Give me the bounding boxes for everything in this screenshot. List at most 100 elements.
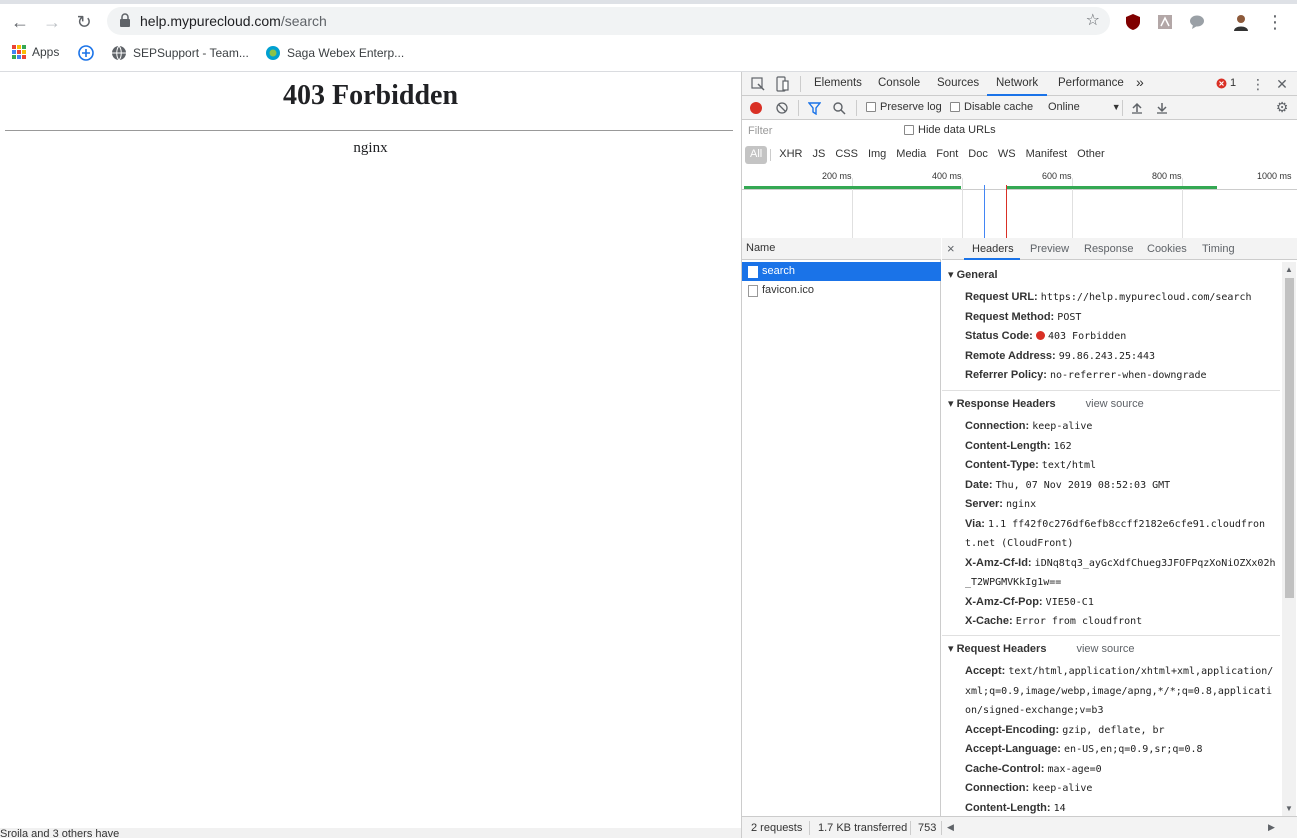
- menu-icon[interactable]: ⋮: [1262, 9, 1288, 35]
- apps-grid-icon: [12, 45, 26, 59]
- close-detail-icon[interactable]: ×: [947, 241, 955, 256]
- throttle-label: Online: [1048, 101, 1080, 113]
- search-icon[interactable]: [833, 102, 846, 115]
- chat-icon[interactable]: [1188, 13, 1206, 31]
- plus-circle-icon: [78, 45, 94, 61]
- address-bar[interactable]: help.mypurecloud.com/search ☆: [107, 7, 1110, 35]
- load-event-marker: [1006, 185, 1007, 239]
- dom-content-loaded-marker: [984, 185, 985, 239]
- settings-gear-icon[interactable]: ⚙: [1274, 99, 1290, 115]
- timeline-label: 800 ms: [1152, 171, 1182, 181]
- network-overview-timeline[interactable]: 200 ms 400 ms 600 ms 800 ms 1000 ms: [742, 171, 1297, 239]
- avatar[interactable]: [1232, 13, 1250, 31]
- bookmark-webex[interactable]: Saga Webex Enterp...: [265, 45, 404, 61]
- url-text[interactable]: help.mypurecloud.com/search: [140, 13, 327, 29]
- checkbox-box[interactable]: [950, 102, 960, 112]
- header-row: Accept-Language: en-US,en;q=0.9,sr;q=0.8: [965, 740, 1277, 760]
- headers-view: ▾ General Request URL: https://help.mypu…: [942, 260, 1280, 816]
- view-source-link[interactable]: view source: [1086, 398, 1144, 410]
- bookmark-plus[interactable]: [78, 45, 94, 61]
- scroll-thumb[interactable]: [1285, 278, 1294, 598]
- response-headers-section-header[interactable]: ▾ Response Headers view source: [948, 397, 1144, 410]
- type-other[interactable]: Other: [1072, 146, 1110, 164]
- preserve-log-checkbox[interactable]: Preserve log: [866, 101, 942, 113]
- back-icon[interactable]: ←: [7, 9, 33, 35]
- checkbox-box[interactable]: [866, 102, 876, 112]
- scroll-left-icon[interactable]: ◀: [947, 822, 954, 833]
- type-all[interactable]: All: [745, 146, 768, 164]
- type-font[interactable]: Font: [931, 146, 963, 164]
- scroll-down-icon[interactable]: ▼: [1285, 804, 1293, 813]
- clear-icon[interactable]: [776, 102, 788, 114]
- header-key: Content-Type:: [965, 459, 1039, 471]
- header-key: Accept-Encoding:: [965, 723, 1060, 736]
- page-content: 403 Forbidden nginx: [0, 72, 741, 838]
- pdf-icon[interactable]: [1156, 13, 1174, 31]
- bookmark-apps[interactable]: Apps: [12, 45, 59, 59]
- record-icon[interactable]: [750, 102, 762, 114]
- request-row-favicon[interactable]: favicon.ico: [742, 281, 941, 300]
- filter-icon[interactable]: [808, 102, 821, 115]
- tab-cookies[interactable]: Cookies: [1147, 243, 1187, 255]
- forward-icon[interactable]: →: [39, 9, 65, 35]
- detail-scrollbar[interactable]: ▲ ▼: [1282, 262, 1296, 816]
- response-header-rows: Connection: keep-alive Content-Length: 1…: [965, 417, 1277, 632]
- header-key: Connection:: [965, 782, 1030, 794]
- omnibox-bar: ← → ↻ help.mypurecloud.com/search ☆ ⋮: [0, 7, 1297, 37]
- checkbox-box[interactable]: [904, 125, 914, 135]
- tab-preview[interactable]: Preview: [1030, 243, 1069, 255]
- disable-cache-checkbox[interactable]: Disable cache: [950, 101, 1033, 113]
- name-column-header[interactable]: Name: [742, 238, 941, 260]
- type-separator: [770, 149, 772, 161]
- error-counter[interactable]: 1: [1216, 77, 1236, 89]
- type-ws[interactable]: WS: [993, 146, 1021, 164]
- header-value: nginx: [1005, 499, 1037, 510]
- import-har-icon[interactable]: [1131, 102, 1143, 114]
- inspect-icon[interactable]: [750, 76, 766, 92]
- devtools-menu-icon[interactable]: ⋮: [1250, 76, 1266, 92]
- hide-data-urls-checkbox[interactable]: Hide data URLs: [904, 124, 996, 136]
- section-title: Request Headers: [956, 643, 1047, 655]
- bookmark-sepsupport[interactable]: SEPSupport - Team...: [111, 45, 249, 61]
- toolbar-separator: [856, 100, 857, 116]
- header-row: Cache-Control: max-age=0: [965, 760, 1277, 780]
- tab-response[interactable]: Response: [1084, 243, 1134, 255]
- tab-network[interactable]: Network: [996, 77, 1038, 89]
- type-media[interactable]: Media: [891, 146, 931, 164]
- type-js[interactable]: JS: [807, 146, 830, 164]
- type-doc[interactable]: Doc: [963, 146, 993, 164]
- tab-timing[interactable]: Timing: [1202, 243, 1235, 255]
- request-headers-section-header[interactable]: ▾ Request Headers view source: [948, 642, 1135, 655]
- view-source-link[interactable]: view source: [1076, 643, 1134, 655]
- export-har-icon[interactable]: [1156, 102, 1168, 114]
- header-row: Content-Type: text/html: [965, 456, 1277, 476]
- header-value: 162: [1053, 440, 1072, 452]
- device-toolbar-icon[interactable]: [774, 76, 790, 92]
- type-xhr[interactable]: XHR: [774, 146, 807, 164]
- header-key: Request URL:: [965, 291, 1038, 303]
- scroll-right-icon[interactable]: ▶: [1268, 822, 1275, 833]
- globe-icon: [112, 45, 126, 61]
- filter-input[interactable]: Filter: [745, 123, 893, 139]
- type-img[interactable]: Img: [863, 146, 891, 164]
- document-icon: [748, 285, 758, 297]
- throttle-select[interactable]: Online ▼: [1048, 101, 1121, 113]
- more-tabs-icon[interactable]: »: [1136, 74, 1144, 90]
- header-row: Connection: keep-alive: [965, 417, 1277, 437]
- scroll-up-icon[interactable]: ▲: [1285, 265, 1293, 274]
- request-row-search[interactable]: search: [742, 262, 941, 281]
- type-manifest[interactable]: Manifest: [1021, 146, 1073, 164]
- tab-performance[interactable]: Performance: [1058, 77, 1124, 89]
- reload-icon[interactable]: ↻: [71, 9, 97, 35]
- header-value: no-referrer-when-downgrade: [1050, 370, 1207, 381]
- tab-headers[interactable]: Headers: [972, 243, 1014, 255]
- close-icon[interactable]: ✕: [1274, 76, 1290, 92]
- tab-elements[interactable]: Elements: [814, 77, 862, 89]
- general-section-header[interactable]: ▾ General: [948, 268, 998, 281]
- status-separator: [809, 821, 810, 835]
- ublock-icon[interactable]: [1124, 13, 1142, 31]
- type-css[interactable]: CSS: [830, 146, 863, 164]
- tab-sources[interactable]: Sources: [937, 77, 979, 89]
- tab-console[interactable]: Console: [878, 77, 920, 89]
- bookmark-star-icon[interactable]: ☆: [1086, 10, 1100, 30]
